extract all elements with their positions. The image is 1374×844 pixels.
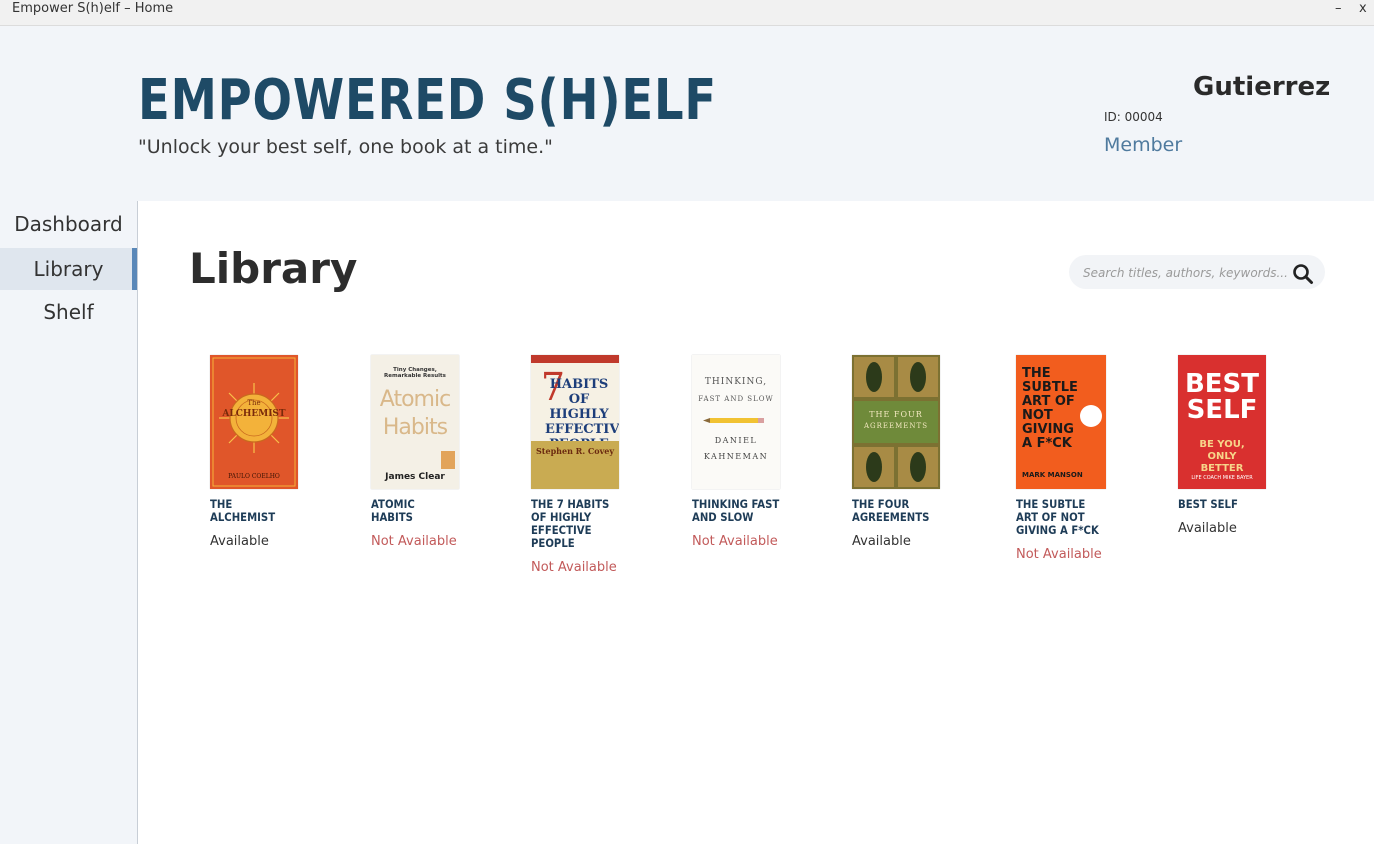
- cover-line2: ALCHEMIST: [222, 409, 286, 419]
- cover-author: Stephen R. Covey: [536, 446, 614, 456]
- cover-line1: THE FOUR: [869, 410, 923, 419]
- book-title: THE ALCHEMIST: [210, 497, 276, 524]
- cover-badge: [1080, 405, 1102, 427]
- cover-author: DANIEL KAHNEMAN: [703, 436, 769, 461]
- cover-line3: Habits: [382, 415, 448, 440]
- sidebar-item-dashboard[interactable]: Dashboard: [0, 203, 137, 245]
- close-button[interactable]: x: [1359, 1, 1367, 16]
- cover-line2: SELF: [1186, 395, 1258, 425]
- cover-author: PAULO COELHO: [228, 473, 280, 480]
- cover-author: James Clear: [385, 472, 445, 482]
- user-id: ID: 00004: [1104, 110, 1163, 124]
- book-card[interactable]: THINKING, FAST AND SLOW DANIEL KAHNEMAN …: [692, 355, 812, 549]
- book-cover[interactable]: The ALCHEMIST PAULO COELHO: [210, 355, 298, 489]
- cover-line1: THE SUBTLE ART OF NOT GIVING A F*CK: [1022, 366, 1078, 451]
- search-input[interactable]: [1081, 262, 1295, 284]
- cover-line2: AGREEMENTS: [863, 422, 928, 430]
- book-title: BEST SELF: [1178, 497, 1238, 511]
- search-box: [1069, 255, 1325, 289]
- book-title: THE SUBTLE ART OF NOT GIVING A F*CK: [1016, 497, 1099, 537]
- sidebar: Dashboard Library Shelf: [0, 201, 138, 844]
- book-status: Available: [1178, 521, 1237, 536]
- app-header: EMPOWERED S(H)ELF "Unlock your best self…: [0, 26, 1374, 201]
- sun-illustration: [212, 357, 296, 487]
- book-cover[interactable]: 7 HABITS OF HIGHLY EFFECTIVE PEOPLE Step…: [531, 355, 619, 489]
- book-title: THINKING FAST AND SLOW: [692, 497, 780, 524]
- book-card[interactable]: The ALCHEMIST PAULO COELHO THE ALCHEMIST…: [210, 355, 330, 549]
- book-card[interactable]: Tiny Changes, Remarkable Results Atomic …: [371, 355, 491, 549]
- cover-line1: BEST: [1184, 369, 1260, 399]
- cover-author: LIFE COACH MIKE BAYER: [1191, 475, 1253, 481]
- brand-tagline: "Unlock your best self, one book at a ti…: [138, 136, 553, 158]
- brand-title: EMPOWERED S(H)ELF: [138, 68, 718, 133]
- book-cover[interactable]: BEST SELF BE YOU, ONLY BETTER LIFE COACH…: [1178, 355, 1266, 489]
- user-name: Gutierrez: [1193, 72, 1331, 102]
- user-role: Member: [1104, 134, 1183, 156]
- cover-line3: BE YOU, ONLY BETTER: [1199, 439, 1245, 474]
- book-title: ATOMIC HABITS: [371, 497, 415, 524]
- book-status: Not Available: [1016, 547, 1102, 562]
- book-cover[interactable]: THE FOUR AGREEMENTS: [852, 355, 940, 489]
- book-cover[interactable]: THE SUBTLE ART OF NOT GIVING A F*CK MARK…: [1016, 355, 1106, 489]
- book-card[interactable]: THE SUBTLE ART OF NOT GIVING A F*CK MARK…: [1016, 355, 1136, 562]
- search-icon[interactable]: [1292, 263, 1314, 285]
- book-cover[interactable]: Tiny Changes, Remarkable Results Atomic …: [371, 355, 459, 489]
- sidebar-item-library[interactable]: Library: [0, 248, 137, 290]
- cover-line1: Tiny Changes, Remarkable Results: [384, 367, 446, 379]
- cover-band: [531, 355, 619, 363]
- book-card[interactable]: THE FOUR AGREEMENTS THE FOUR AGREEMENTS …: [852, 355, 972, 549]
- book-status: Not Available: [371, 534, 457, 549]
- cover-line1: The: [247, 399, 261, 407]
- minimize-button[interactable]: –: [1335, 1, 1342, 16]
- cover-sticker: [441, 451, 455, 469]
- book-card[interactable]: BEST SELF BE YOU, ONLY BETTER LIFE COACH…: [1178, 355, 1298, 536]
- sidebar-item-shelf[interactable]: Shelf: [0, 291, 137, 333]
- book-status: Not Available: [531, 560, 617, 575]
- pencil-illustration: [703, 418, 764, 423]
- book-card[interactable]: 7 HABITS OF HIGHLY EFFECTIVE PEOPLE Step…: [531, 355, 651, 575]
- book-cover[interactable]: THINKING, FAST AND SLOW DANIEL KAHNEMAN: [692, 355, 780, 489]
- cover-line2: Atomic: [379, 387, 451, 412]
- book-status: Not Available: [692, 534, 778, 549]
- page-title: Library: [189, 244, 358, 293]
- window-title: Empower S(h)elf – Home: [12, 1, 174, 16]
- book-status: Available: [210, 534, 269, 549]
- window-titlebar: Empower S(h)elf – Home – x: [0, 0, 1374, 26]
- book-status: Available: [852, 534, 911, 549]
- book-title: THE 7 HABITS OF HIGHLY EFFECTIVE PEOPLE: [531, 497, 610, 550]
- cover-author: MARK MANSON: [1022, 471, 1083, 479]
- book-title: THE FOUR AGREEMENTS: [852, 497, 930, 524]
